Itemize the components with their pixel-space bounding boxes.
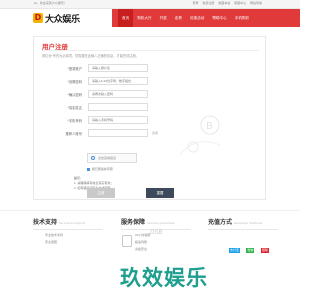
form-row-phone: *手机号码 — [34, 116, 267, 125]
field-label: *真实姓名 — [67, 106, 82, 110]
sitemap-link[interactable]: 网站导航 — [250, 1, 262, 5]
footer-payment: 充值方式 Recharge methods — [208, 217, 278, 230]
confirm-password-input[interactable] — [88, 90, 148, 98]
footer-heading: 充值方式 Recharge methods — [208, 219, 263, 226]
form-row-account: *登录账户 — [34, 64, 267, 73]
form-row-confirm-password: *确认密码 — [34, 90, 267, 99]
site-logo[interactable]: D 大众娱乐 — [33, 12, 80, 25]
captcha-verify-button[interactable]: 点击完成验证 — [87, 153, 137, 163]
top-links: 登录 免费注册 收藏本站 客服中心 网站导航 — [190, 1, 262, 5]
nav-item-promotions[interactable]: 优惠活动 — [185, 9, 209, 27]
footer-item: 资金安全 — [135, 247, 148, 251]
phone-input[interactable] — [88, 116, 148, 124]
wechat-pay-icon: 微信 — [246, 248, 255, 253]
form-row-real-name: *真实姓名 — [34, 103, 267, 112]
footer-tech-support: 技术支持 Technical support 专业技术支持 安全保障 — [33, 217, 103, 244]
footer-divider — [0, 210, 300, 211]
service-link[interactable]: 客服中心 — [234, 1, 246, 5]
field-label: *确认密码 — [67, 93, 82, 97]
payment-methods: 支付宝 微信 银联 — [229, 238, 271, 256]
form-row-password: *设置密码 — [34, 77, 267, 86]
footer-heading-line — [208, 229, 278, 230]
form-row-referrer: 推荐人账号 选填 — [34, 129, 267, 138]
footer-heading: 技术支持 Technical support — [33, 219, 86, 226]
footer-item: 极速到账 — [135, 240, 148, 244]
title-divider — [42, 50, 259, 51]
footer-item: 24小时客服 — [135, 233, 151, 237]
reset-button[interactable]: 重置 — [146, 188, 174, 198]
logo-mark: D — [33, 13, 43, 23]
register-panel: 用户注册 带红色*号的为必填项，您需要在此输入正确的信息，才能完成注册。 *登录… — [33, 36, 266, 200]
top-bar: Hi，欢迎来到大众娱乐！ 登录 免费注册 收藏本站 客服中心 网站导航 — [0, 0, 300, 9]
real-name-input[interactable] — [88, 103, 148, 111]
referrer-tip: 选填 — [152, 131, 159, 135]
footer-brand: 玖效娱乐 — [120, 266, 208, 290]
field-label: *设置密码 — [67, 80, 82, 84]
footer-heading: 服务保障 Service guarantee — [121, 219, 175, 226]
login-link[interactable]: 登录 — [193, 1, 199, 5]
nav-item-help[interactable]: 帮助中心 — [208, 9, 231, 27]
field-label: 推荐人账号 — [65, 132, 82, 136]
agreement[interactable]: 我已阅读并同意 — [87, 167, 113, 171]
nav-item-home[interactable]: 首页 — [118, 9, 134, 27]
footer-item: 安全保障 — [45, 240, 58, 244]
footer-heading-line — [33, 229, 103, 230]
field-label: *登录账户 — [67, 67, 82, 71]
logo-name: 大众娱乐 — [45, 14, 80, 25]
nav-item-mobile[interactable]: 手机购彩 — [230, 9, 254, 27]
main-nav: 首页 购彩大厅 开奖 走势 优惠活动 帮助中心 手机购彩 — [118, 9, 300, 27]
shield-icon — [91, 156, 95, 160]
nav-item-lottery-hall[interactable]: 购彩大厅 — [133, 9, 156, 27]
nav-item-trend[interactable]: 走势 — [170, 9, 186, 27]
footer-item: 专业技术支持 — [45, 233, 64, 237]
favorite-link[interactable]: 收藏本站 — [218, 1, 230, 5]
submit-button[interactable]: 注册 — [87, 188, 115, 198]
agree-checkbox[interactable] — [87, 167, 90, 171]
unionpay-icon: 银联 — [260, 248, 269, 253]
field-label: *手机号码 — [67, 119, 82, 123]
nav-item-draw[interactable]: 开奖 — [155, 9, 171, 27]
coin-illustration-icon: B — [179, 115, 221, 156]
alipay-icon: 支付宝 — [229, 248, 241, 253]
register-hint: 带红色*号的为必填项，您需要在此输入正确的信息，才能完成注册。 — [42, 54, 139, 58]
account-input[interactable] — [88, 64, 148, 72]
agree-label: 我已阅读并同意 — [91, 167, 113, 171]
password-input[interactable] — [88, 77, 148, 85]
verify-label: 点击完成验证 — [98, 156, 117, 160]
referrer-input[interactable] — [88, 129, 148, 137]
register-link[interactable]: 免费注册 — [202, 1, 214, 5]
footer-watermark: DSB — [150, 230, 163, 236]
svg-text:B: B — [206, 121, 213, 132]
welcome-text: Hi，欢迎来到大众娱乐！ — [34, 1, 67, 5]
mobile-icon — [122, 235, 132, 247]
